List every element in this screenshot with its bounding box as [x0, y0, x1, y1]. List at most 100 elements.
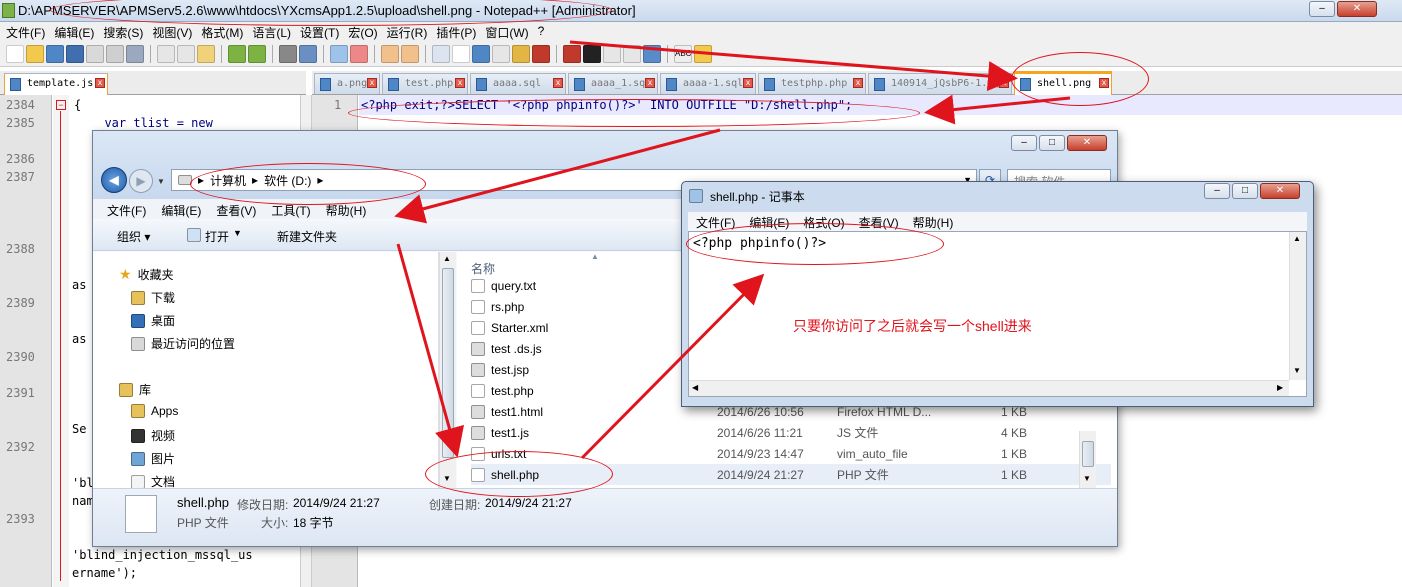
- fold-line: [60, 111, 61, 581]
- scroll-down-icon[interactable]: ▼: [1083, 474, 1091, 483]
- stop-macro-icon[interactable]: [583, 44, 601, 63]
- menu-edit[interactable]: 编辑(E): [161, 199, 201, 219]
- scroll-left-icon[interactable]: ◀: [692, 383, 698, 392]
- menu-edit[interactable]: 编辑(E): [52, 22, 101, 41]
- scroll-down-icon[interactable]: ▼: [1293, 366, 1301, 375]
- open-dropdown-icon[interactable]: ▼: [233, 228, 242, 238]
- fold-margin: −: [53, 95, 69, 587]
- back-button[interactable]: ◀: [101, 167, 127, 193]
- history-dropdown-icon[interactable]: ▼: [157, 177, 165, 186]
- notepad-hscrollbar[interactable]: ◀ ▶: [689, 380, 1289, 396]
- sync-vertical-icon[interactable]: [381, 44, 399, 63]
- nav-scrollbar[interactable]: ▲ ▼: [439, 252, 456, 488]
- star-icon: ★: [119, 266, 132, 282]
- tab-template-js[interactable]: template.js x: [4, 73, 108, 95]
- paste-icon[interactable]: [197, 44, 215, 63]
- file-row[interactable]: test1.js 2014/6/26 11:21 JS 文件 4 KB: [471, 422, 1111, 443]
- undo-icon[interactable]: [228, 44, 246, 63]
- nav-libraries[interactable]: 库: [119, 381, 151, 398]
- open-button[interactable]: 打开: [205, 228, 229, 245]
- spellcheck-icon[interactable]: ABC: [674, 44, 692, 63]
- close-button[interactable]: ✕: [1067, 135, 1107, 151]
- close-tab-icon[interactable]: x: [743, 78, 753, 88]
- redo-icon[interactable]: [248, 44, 266, 63]
- tab-a-png[interactable]: a.png x: [314, 73, 380, 94]
- run-macro-multiple-icon[interactable]: [623, 44, 641, 63]
- scroll-right-icon[interactable]: ▶: [1277, 383, 1283, 392]
- new-file-icon[interactable]: [6, 44, 24, 63]
- close-all-icon[interactable]: [106, 44, 124, 63]
- close-tab-icon[interactable]: x: [645, 78, 655, 88]
- cut-icon[interactable]: [157, 44, 175, 63]
- files-scrollbar[interactable]: ▼: [1079, 431, 1096, 488]
- menu-view[interactable]: 视图(V): [150, 22, 199, 41]
- replace-icon[interactable]: [299, 44, 317, 63]
- nav-videos[interactable]: 视频: [131, 427, 175, 444]
- tab-aaaa-1-sql[interactable]: aaaa_1.sql x: [568, 73, 658, 94]
- nav-desktop[interactable]: 桌面: [131, 312, 175, 329]
- maximize-button[interactable]: □: [1232, 183, 1258, 199]
- doc-map-icon[interactable]: [512, 44, 530, 63]
- nav-apps[interactable]: Apps: [131, 404, 178, 418]
- scroll-thumb[interactable]: [442, 268, 454, 458]
- close-tab-icon[interactable]: x: [853, 78, 863, 88]
- menu-plugins[interactable]: 插件(P): [434, 22, 483, 41]
- close-file-icon[interactable]: [86, 44, 104, 63]
- tab-aaaa-dash-1-sql[interactable]: aaaa-1.sql x: [660, 73, 756, 94]
- function-list-icon[interactable]: [532, 44, 550, 63]
- close-tab-icon[interactable]: x: [455, 78, 465, 88]
- sync-horizontal-icon[interactable]: [401, 44, 419, 63]
- tab-140914-sql[interactable]: 140914_jQsbP6-1.sql x: [868, 73, 1012, 94]
- record-macro-icon[interactable]: [563, 44, 581, 63]
- save-macro-icon[interactable]: [643, 44, 661, 63]
- nav-downloads[interactable]: 下载: [131, 289, 175, 306]
- fold-minus-icon[interactable]: −: [56, 100, 66, 110]
- minimize-button[interactable]: –: [1309, 1, 1335, 17]
- close-tab-icon[interactable]: x: [367, 78, 377, 88]
- menu-help[interactable]: 帮助(H): [913, 212, 954, 231]
- menu-file[interactable]: 文件(F): [4, 22, 52, 41]
- open-file-icon[interactable]: [26, 44, 44, 63]
- save-icon[interactable]: [46, 44, 64, 63]
- tab-aaaa-sql[interactable]: aaaa.sql x: [470, 73, 566, 94]
- close-tab-icon[interactable]: x: [553, 78, 563, 88]
- scroll-up-icon[interactable]: ▲: [1293, 234, 1301, 243]
- notepad-scrollbar[interactable]: ▲ ▼: [1289, 232, 1306, 380]
- print-icon[interactable]: [126, 44, 144, 63]
- play-macro-icon[interactable]: [603, 44, 621, 63]
- close-tab-icon[interactable]: x: [999, 78, 1009, 88]
- new-folder-button[interactable]: 新建文件夹: [277, 228, 337, 245]
- file-icon: [10, 78, 21, 91]
- maximize-button[interactable]: □: [1039, 135, 1065, 151]
- menu-file[interactable]: 文件(F): [107, 199, 146, 219]
- nav-favorites[interactable]: ★ 收藏夹: [119, 266, 174, 283]
- code-line: as: [72, 332, 87, 346]
- organize-button[interactable]: 组织 ▾: [117, 228, 150, 245]
- minimize-button[interactable]: –: [1011, 135, 1037, 151]
- zoom-in-icon[interactable]: [330, 44, 348, 63]
- menu-search[interactable]: 搜索(S): [101, 22, 150, 41]
- menu-window[interactable]: 窗口(W): [483, 22, 535, 41]
- copy-icon[interactable]: [177, 44, 195, 63]
- close-button[interactable]: ✕: [1337, 1, 1377, 17]
- tab-testphp-php[interactable]: testphp.php x: [758, 73, 866, 94]
- indent-guide-icon[interactable]: [472, 44, 490, 63]
- word-wrap-icon[interactable]: [432, 44, 450, 63]
- zoom-out-icon[interactable]: [350, 44, 368, 63]
- line-number: 2384: [6, 98, 35, 112]
- close-button[interactable]: ✕: [1260, 183, 1300, 199]
- find-icon[interactable]: [279, 44, 297, 63]
- scroll-up-icon[interactable]: ▲: [443, 254, 451, 263]
- explorer-icon[interactable]: [694, 44, 712, 63]
- tab-test-php[interactable]: test.php x: [382, 73, 468, 94]
- close-tab-icon[interactable]: x: [95, 78, 105, 88]
- nav-recent[interactable]: 最近访问的位置: [131, 335, 235, 352]
- forward-button[interactable]: ▶: [129, 169, 153, 193]
- user-lang-icon[interactable]: [492, 44, 510, 63]
- nav-pictures[interactable]: 图片: [131, 450, 175, 467]
- scroll-thumb[interactable]: [1082, 441, 1094, 467]
- show-all-chars-icon[interactable]: [452, 44, 470, 63]
- save-all-icon[interactable]: [66, 44, 84, 63]
- minimize-button[interactable]: –: [1204, 183, 1230, 199]
- menu-help[interactable]: ?: [536, 22, 552, 41]
